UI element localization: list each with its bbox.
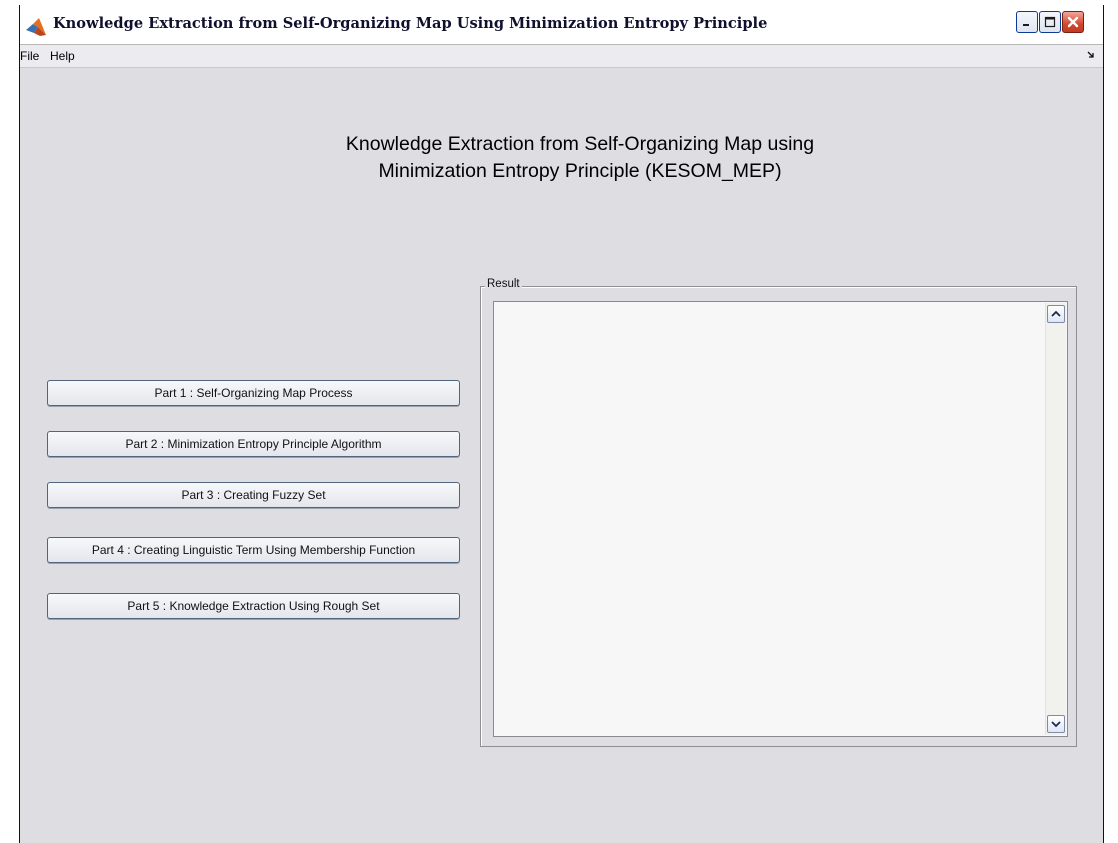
window-title: Knowledge Extraction from Self-Organizin… [53,15,768,32]
part-1-button[interactable]: Part 1 : Self-Organizing Map Process [47,380,460,406]
minimize-button[interactable] [1016,11,1038,33]
result-scrollbar[interactable] [1045,303,1066,735]
page-title: Knowledge Extraction from Self-Organizin… [200,131,960,185]
undock-arrow-icon[interactable] [1087,51,1095,59]
minimize-icon [1023,24,1029,26]
chevron-down-icon [1051,721,1061,728]
menu-bar: File Help [20,45,1103,68]
part-3-button[interactable]: Part 3 : Creating Fuzzy Set [47,482,460,508]
result-panel: Result [480,278,1077,747]
close-button[interactable] [1062,11,1084,33]
result-label: Result [485,278,522,290]
menu-help[interactable]: Help [50,49,75,63]
page-title-line-1: Knowledge Extraction from Self-Organizin… [345,133,815,155]
title-bar[interactable]: Knowledge Extraction from Self-Organizin… [20,5,1103,45]
result-textarea[interactable] [493,301,1068,737]
part-5-button[interactable]: Part 5 : Knowledge Extraction Using Roug… [47,593,460,619]
menu-file[interactable]: File [20,49,39,63]
page-title-line-2: Minimization Entropy Principle (KESOM_ME… [378,160,782,182]
maximize-icon [1044,16,1056,28]
maximize-button[interactable] [1039,11,1061,33]
matlab-logo-icon [26,18,46,36]
app-window: Knowledge Extraction from Self-Organizin… [19,5,1104,843]
part-4-button[interactable]: Part 4 : Creating Linguistic Term Using … [47,537,460,563]
chevron-up-icon [1051,310,1061,317]
close-icon [1067,16,1079,28]
part-2-button[interactable]: Part 2 : Minimization Entropy Principle … [47,431,460,457]
scroll-down-button[interactable] [1047,715,1065,733]
scroll-up-button[interactable] [1047,305,1065,323]
